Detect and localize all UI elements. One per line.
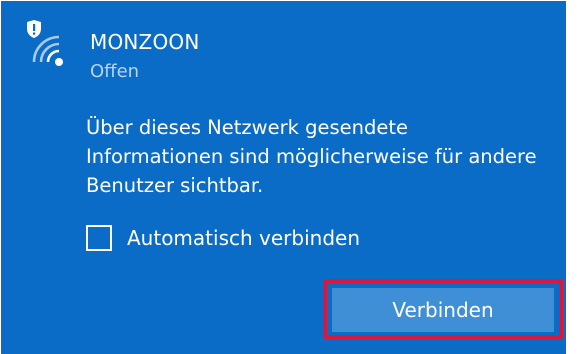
auto-connect-option[interactable]: Automatisch verbinden xyxy=(86,221,360,255)
wifi-shield-icon xyxy=(27,20,63,66)
network-flyout-frame: MONZOON Offen Über dieses Netzwerk gesen… xyxy=(0,0,578,354)
auto-connect-checkbox[interactable] xyxy=(86,225,112,251)
wifi-network-panel: MONZOON Offen Über dieses Netzwerk gesen… xyxy=(1,1,566,354)
flyout-right-edge xyxy=(566,0,578,354)
connect-button[interactable]: Verbinden xyxy=(332,288,554,332)
network-name: MONZOON xyxy=(90,30,200,54)
auto-connect-label: Automatisch verbinden xyxy=(127,226,360,250)
network-security-status: Offen xyxy=(90,61,140,82)
open-network-warning: Über dieses Netzwerk gesendete Informati… xyxy=(86,116,537,197)
